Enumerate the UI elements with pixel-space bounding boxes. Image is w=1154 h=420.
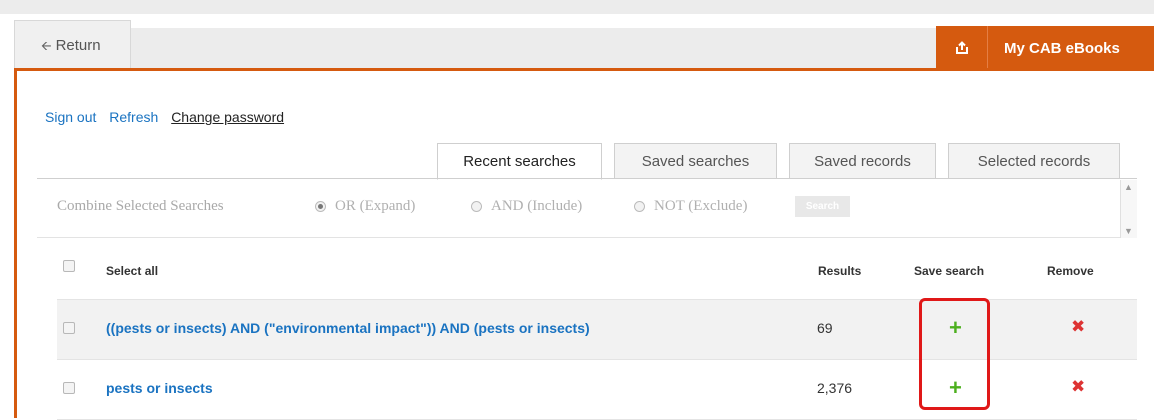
return-label: Return — [55, 37, 101, 54]
radio-not[interactable]: NOT (Exclude) — [634, 198, 747, 215]
remove-x-icon[interactable]: ✖ — [1071, 317, 1085, 337]
top-strip — [0, 0, 1154, 14]
save-search-header: Save search — [914, 264, 985, 278]
radio-and-indicator[interactable] — [471, 201, 482, 212]
tab-selected-records[interactable]: Selected records — [948, 143, 1120, 179]
arrow-left-icon: 🡨 — [41, 38, 52, 53]
radio-not-label: NOT (Exclude) — [654, 198, 748, 214]
combine-searches-bar: Combine Selected Searches OR (Expand) AN… — [37, 180, 1137, 238]
radio-or-label: OR (Expand) — [335, 198, 416, 214]
row-checkbox[interactable] — [63, 322, 75, 334]
tab-saved-searches[interactable]: Saved searches — [614, 143, 777, 179]
results-header: Results — [818, 264, 862, 278]
return-button[interactable]: 🡨 Return — [14, 20, 131, 68]
export-icon[interactable] — [936, 26, 988, 70]
radio-or[interactable]: OR (Expand) — [315, 198, 415, 215]
my-cab-ebooks-link[interactable]: My CAB eBooks — [988, 40, 1120, 57]
tab-strip-background — [131, 28, 936, 68]
combine-label: Combine Selected Searches — [57, 198, 224, 214]
scroll-up-icon[interactable]: ▲ — [1124, 182, 1133, 192]
radio-not-indicator[interactable] — [634, 201, 645, 212]
row-checkbox[interactable] — [63, 382, 75, 394]
my-cab-ebooks-bar: My CAB eBooks — [936, 26, 1154, 70]
top-bar: 🡨 Return My CAB eBooks — [0, 0, 1154, 70]
search-query-link[interactable]: ((pests or insects) AND ("environmental … — [106, 320, 590, 336]
results-count: 2,376 — [817, 380, 853, 396]
radio-or-indicator[interactable] — [315, 201, 326, 212]
results-count: 69 — [817, 320, 833, 336]
combine-scrollbar[interactable]: ▲ ▼ — [1120, 180, 1137, 238]
tab-recent-searches[interactable]: Recent searches — [437, 143, 602, 180]
remove-x-icon[interactable]: ✖ — [1071, 377, 1085, 397]
change-password-link[interactable]: Change password — [171, 109, 284, 125]
table-header-row: Select all Results Save search Remove — [57, 238, 1137, 300]
export-icon-graphic — [955, 41, 968, 54]
scroll-down-icon[interactable]: ▼ — [1124, 226, 1133, 236]
radio-and[interactable]: AND (Include) — [471, 198, 582, 215]
sign-out-link[interactable]: Sign out — [45, 109, 96, 125]
search-query-link[interactable]: pests or insects — [106, 380, 213, 396]
select-all-label: Select all — [106, 264, 159, 278]
radio-and-label: AND (Include) — [491, 198, 583, 214]
tab-divider — [37, 178, 1137, 179]
account-links: Sign out Refresh Change password — [45, 109, 293, 125]
save-search-highlight-box — [919, 298, 990, 410]
refresh-link[interactable]: Refresh — [109, 109, 158, 125]
select-all-checkbox[interactable] — [63, 260, 75, 272]
tab-saved-records[interactable]: Saved records — [789, 143, 936, 179]
remove-header: Remove — [1047, 264, 1094, 278]
combine-search-button[interactable]: Search — [795, 196, 850, 217]
